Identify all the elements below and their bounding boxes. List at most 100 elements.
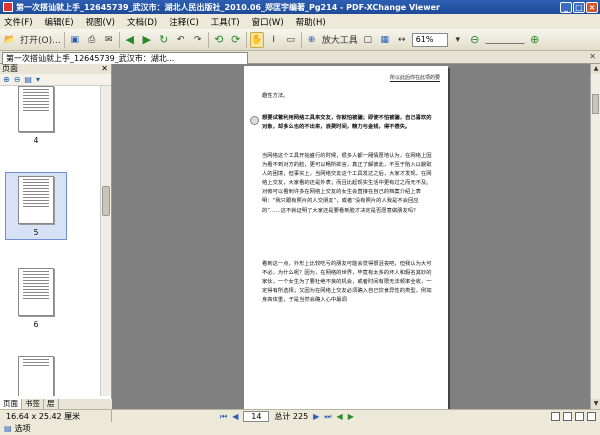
menu-comments[interactable]: 注释(C) — [169, 16, 199, 28]
first-page-icon[interactable]: ⏮ — [220, 412, 227, 422]
toolbar-separator — [207, 31, 209, 48]
toolbar-separator — [300, 31, 302, 48]
thumb-menu-icon[interactable]: ▾ — [36, 75, 40, 84]
close-button[interactable]: × — [586, 1, 598, 13]
toolbar-separator — [245, 31, 247, 48]
thumbnail-label: 5 — [33, 228, 39, 237]
menu-file[interactable]: 文件(F) — [4, 16, 33, 28]
menu-window[interactable]: 窗口(W) — [252, 16, 284, 28]
page-thumbnail[interactable] — [18, 176, 54, 224]
page-number-input[interactable]: 14 — [243, 411, 270, 422]
zoom-in-icon[interactable]: ⊕ — [528, 32, 542, 48]
tab-document[interactable]: 第一次搭讪就上手_12645739_武汉市：湖北... — [2, 52, 248, 64]
close-tab-icon[interactable]: ✕ — [589, 52, 596, 61]
window-title: 第一次搭讪就上手_12645739_武汉市：湖北人民出版社_2010.06_郑匡… — [16, 2, 440, 12]
history-back-icon[interactable]: ◀ — [337, 412, 343, 421]
status-bar: 16.64 x 25.42 厘米 ⏮ ◀ 14 总计 225 ▶ ⏭ ◀ ▶ — [0, 409, 600, 423]
toolbar-separator — [118, 31, 120, 48]
panel-scrollbar[interactable] — [100, 86, 111, 396]
panel-toolbar: ⊕ ⊖ ▤ ▾ — [0, 74, 111, 86]
open-button[interactable]: 打开(O)... — [20, 32, 61, 48]
menu-document[interactable]: 文档(D) — [127, 16, 157, 28]
fit-width-icon[interactable]: ↔ — [395, 32, 409, 48]
zoom-dropdown-icon[interactable]: ▾ — [451, 32, 465, 48]
page-size: 16.64 x 25.42 厘米 — [0, 409, 112, 423]
zoom-tool-icon[interactable]: ⊕ — [305, 32, 319, 48]
zoom-tool-button[interactable]: 放大工具 — [322, 32, 358, 48]
document-scrollbar[interactable]: ▲ ▼ — [590, 64, 600, 409]
menu-bar: 文件(F) 编辑(E) 视图(V) 文档(D) 注释(C) 工具(T) 窗口(W… — [0, 14, 600, 29]
actual-size-icon[interactable]: ▢ — [361, 32, 375, 48]
history-forward-icon[interactable]: ▶ — [348, 412, 354, 421]
fit-page-icon[interactable]: ▦ — [378, 32, 392, 48]
document-tab-bar: 第一次搭讪就上手_12645739_武汉市：湖北... ✕ — [0, 51, 600, 64]
panel-title: 页面 — [2, 64, 18, 73]
snapshot-icon[interactable]: ▭ — [284, 32, 298, 48]
zoom-slider[interactable] — [484, 36, 525, 44]
paragraph: 看到这一点，外形上比较吃亏的朋友可能会觉得很沮丧吧，但我认为大可不必，为什么呢？… — [262, 261, 432, 304]
facing-continuous-icon[interactable] — [587, 412, 596, 421]
thumb-options-icon[interactable]: ▤ — [24, 75, 32, 84]
minimize-button[interactable]: _ — [560, 1, 572, 13]
panel-close-icon[interactable]: ✕ — [101, 64, 108, 74]
tab-document-label: 第一次搭讪就上手_12645739_武汉市：湖北... — [6, 54, 175, 63]
paragraph: 趣性方法。 — [262, 93, 289, 99]
thumbnail-label: 4 — [33, 136, 39, 145]
document-scrollbar-thumb[interactable] — [592, 94, 599, 114]
title-bar: 第一次搭讪就上手_12645739_武汉市：湖北人民出版社_2010.06_郑匡… — [0, 0, 600, 14]
panel-tabs: 页面 书签 层 — [0, 399, 112, 409]
rotate-icon[interactable]: ↻ — [157, 32, 171, 48]
pdf-page: 所以此后你在此项的要 趣性方法。 想要试着利用网络工具来交友，你就怕被骗；即使不… — [244, 66, 448, 409]
rotate-right-icon[interactable]: ⟳ — [229, 32, 243, 48]
panel-scrollbar-thumb[interactable] — [102, 186, 110, 216]
print-icon[interactable]: ⎙ — [85, 32, 99, 48]
rotate-left-icon[interactable]: ⟲ — [212, 32, 226, 48]
toolbar-separator — [63, 31, 65, 48]
tab-layers[interactable]: 层 — [44, 399, 59, 409]
next-page-icon[interactable]: ▶ — [313, 412, 319, 421]
page-thumbnail[interactable] — [18, 268, 54, 316]
menu-tools[interactable]: 工具(T) — [211, 16, 240, 28]
facing-icon[interactable] — [575, 412, 584, 421]
thumbnail-list: 4 5 6 — [0, 86, 100, 396]
panel-header: 页面 ✕ — [0, 64, 111, 74]
zoom-out-icon[interactable]: ⊖ — [468, 32, 482, 48]
forward-icon[interactable]: ▶ — [140, 32, 154, 48]
pages-panel: 页面 ✕ ⊕ ⊖ ▤ ▾ 4 5 6 页面 书签 层 — [0, 64, 112, 409]
options-icon[interactable]: ▤ — [4, 424, 12, 433]
menu-help[interactable]: 帮助(H) — [296, 16, 326, 28]
paragraph-bold: 想要试着利用网络工具来交友，你就怕被骗；即使不怕被骗，自己喜欢的对象，却多么也的… — [262, 115, 432, 131]
page-thumbnail[interactable] — [18, 86, 54, 132]
menu-view[interactable]: 视图(V) — [86, 16, 115, 28]
single-page-icon[interactable] — [551, 412, 560, 421]
open-icon[interactable]: 📂 — [3, 32, 17, 48]
tab-pages[interactable]: 页面 — [0, 399, 22, 409]
menu-edit[interactable]: 编辑(E) — [45, 16, 74, 28]
document-view[interactable]: 所以此后你在此项的要 趣性方法。 想要试着利用网络工具来交友，你就怕被骗；即使不… — [112, 64, 600, 409]
note-icon — [250, 116, 259, 125]
continuous-icon[interactable] — [563, 412, 572, 421]
options-bar: ▤ 选项 — [0, 422, 600, 435]
thumbnail-label: 6 — [33, 320, 39, 329]
maximize-button[interactable]: □ — [573, 1, 585, 13]
prev-page-icon[interactable]: ◀ — [232, 412, 238, 421]
zoom-in-thumbs-icon[interactable]: ⊕ — [3, 75, 10, 84]
hand-tool-icon[interactable]: ✋ — [249, 31, 264, 48]
save-icon[interactable]: ▣ — [68, 32, 82, 48]
page-thumbnail[interactable] — [18, 356, 54, 396]
main-toolbar: 📂 打开(O)... ▣ ⎙ ✉ ◀ ▶ ↻ ↶ ↷ ⟲ ⟳ ✋ I ▭ ⊕ 放… — [0, 29, 600, 51]
app-icon — [3, 2, 13, 12]
email-icon[interactable]: ✉ — [102, 32, 116, 48]
back-icon[interactable]: ◀ — [123, 32, 137, 48]
zoom-out-thumbs-icon[interactable]: ⊖ — [14, 75, 21, 84]
options-button[interactable]: 选项 — [15, 423, 31, 434]
redo-icon[interactable]: ↷ — [191, 32, 205, 48]
tab-bookmarks[interactable]: 书签 — [22, 399, 44, 409]
running-head: 所以此后你在此项的要 — [389, 75, 440, 82]
zoom-select[interactable]: 61% — [411, 32, 448, 47]
undo-icon[interactable]: ↶ — [174, 32, 188, 48]
select-text-icon[interactable]: I — [267, 32, 281, 48]
scroll-up-icon[interactable]: ▲ — [591, 64, 600, 74]
scroll-down-icon[interactable]: ▼ — [591, 399, 600, 409]
last-page-icon[interactable]: ⏭ — [324, 412, 331, 422]
